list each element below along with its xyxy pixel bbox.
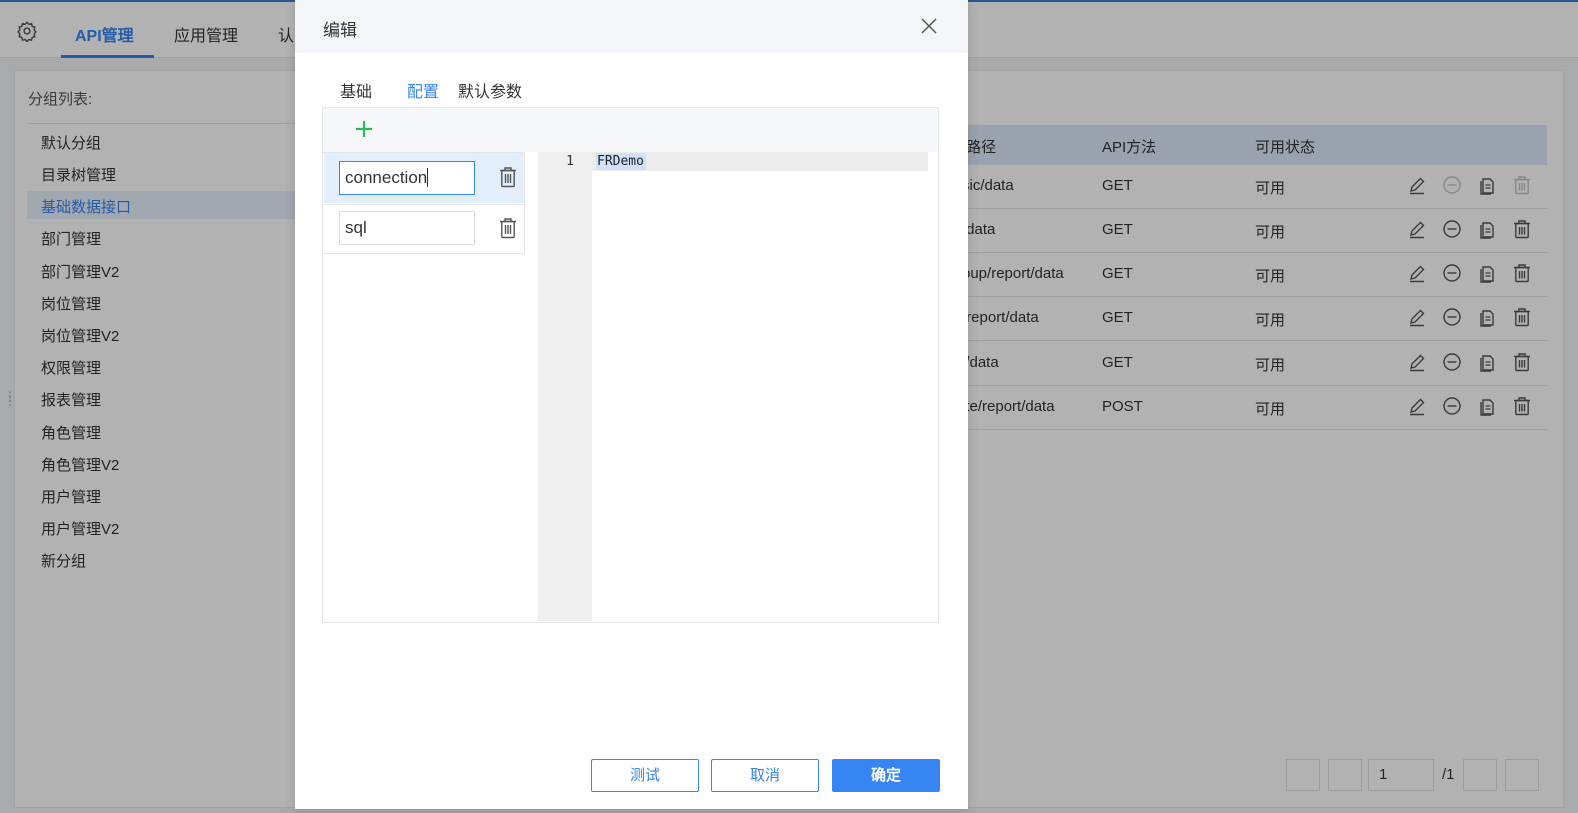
code-editor[interactable]: [538, 152, 928, 621]
test-button[interactable]: 测试: [591, 759, 699, 792]
trash-icon[interactable]: [498, 217, 518, 239]
tab-config[interactable]: 配置: [407, 78, 439, 102]
key-name-input[interactable]: connection: [339, 161, 475, 195]
config-toolbar: [323, 108, 938, 152]
editor-gutter: [538, 152, 592, 621]
key-name-input[interactable]: sql: [339, 211, 475, 245]
dialog-header: [295, 0, 968, 53]
tab-basic[interactable]: 基础: [340, 78, 372, 102]
tab-default-params[interactable]: 默认参数: [458, 78, 522, 102]
trash-icon[interactable]: [498, 166, 518, 188]
edit-dialog: 编辑 基础 配置 默认参数 connection sql 1 FRDemo 测试…: [295, 0, 968, 809]
dialog-title: 编辑: [323, 21, 357, 40]
confirm-button[interactable]: 确定: [832, 759, 940, 792]
key-name-value: connection: [345, 168, 428, 187]
editor-code-text[interactable]: FRDemo: [596, 153, 646, 170]
add-icon[interactable]: [353, 118, 375, 140]
line-number: 1: [566, 154, 574, 169]
close-icon[interactable]: [919, 16, 939, 36]
cancel-button[interactable]: 取消: [711, 759, 819, 792]
